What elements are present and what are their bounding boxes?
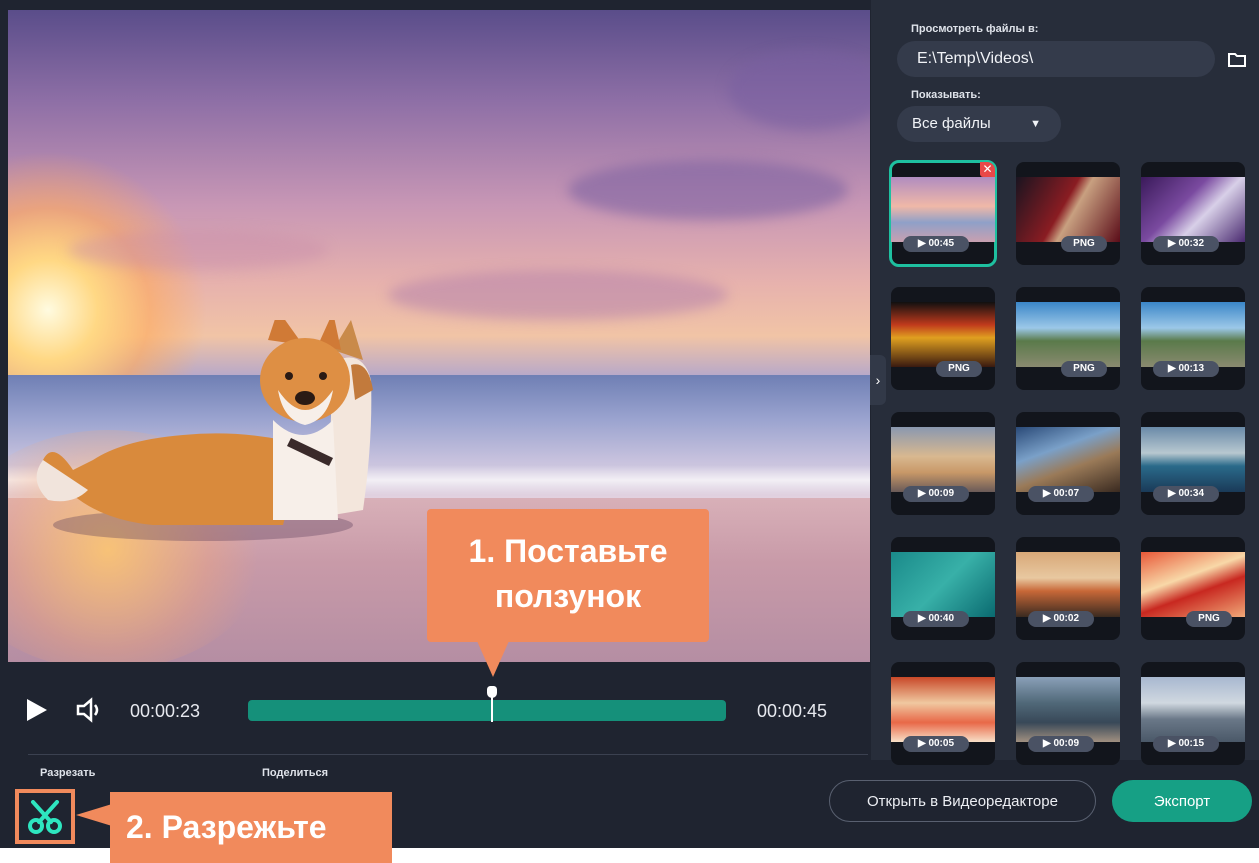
cut-button[interactable] (15, 789, 75, 844)
total-time: 00:00:45 (757, 701, 828, 721)
timeline-track[interactable] (248, 700, 726, 721)
thumbnail-badge: ▶ 00:07 (1028, 486, 1094, 502)
thumbnail-item[interactable]: PNG (1016, 287, 1120, 390)
thumbnail-item[interactable]: ▶ 00:40 (891, 537, 995, 640)
thumbnail-badge: PNG (1061, 236, 1107, 252)
callout-step-1-line-2: ползунок (494, 578, 642, 614)
current-time: 00:00:23 (130, 701, 201, 721)
collapse-panel-chevron-icon[interactable]: › (870, 355, 886, 405)
thumbnail-badge: PNG (936, 361, 982, 377)
file-filter-value: Все файлы (912, 115, 991, 132)
cloud (728, 50, 870, 130)
thumbnail-image (891, 302, 995, 367)
volume-icon[interactable] (75, 697, 105, 723)
callout-step-2: 2. Разрежьте (110, 792, 392, 863)
thumbnail-item[interactable]: ▶ 00:45 ✕ (889, 160, 997, 267)
thumbnail-image (891, 552, 995, 617)
thumbnail-image (891, 677, 995, 742)
callout-step-1-line-1: 1. Поставьте (468, 533, 668, 569)
scissors-icon (28, 800, 62, 834)
remove-close-icon[interactable]: ✕ (980, 162, 995, 177)
cloud (568, 160, 848, 220)
thumbnail-badge: ▶ 00:13 (1153, 361, 1219, 377)
callout-step-2-pointer (76, 804, 112, 826)
thumbnail-item[interactable]: ▶ 00:15 (1141, 662, 1245, 765)
thumbnail-item[interactable]: ▶ 00:09 (1016, 662, 1120, 765)
thumbnail-image (1141, 302, 1245, 367)
thumbnail-badge: ▶ 00:09 (1028, 736, 1094, 752)
thumbnail-badge: ▶ 00:40 (903, 611, 969, 627)
thumbnail-badge: ▶ 00:32 (1153, 236, 1219, 252)
folder-path-input[interactable] (897, 41, 1215, 77)
thumbnail-item[interactable]: ▶ 00:02 (1016, 537, 1120, 640)
cloud (68, 230, 328, 270)
browse-files-label: Просмотреть файлы в: (911, 23, 1039, 35)
callout-step-1-pointer (477, 641, 509, 677)
thumbnail-badge: ▶ 00:34 (1153, 486, 1219, 502)
thumbnail-badge: ▶ 00:45 (903, 236, 969, 252)
chevron-down-icon: ▼ (1030, 118, 1041, 130)
corgi-dogs-image (36, 320, 373, 541)
thumbnail-badge: PNG (1186, 611, 1232, 627)
thumbnail-item[interactable]: ▶ 00:32 (1141, 162, 1245, 265)
thumbnail-item[interactable]: PNG (891, 287, 995, 390)
thumbnail-image (1141, 177, 1245, 242)
thumbnail-badge: ▶ 00:09 (903, 486, 969, 502)
thumbnail-item[interactable]: ▶ 00:07 (1016, 412, 1120, 515)
show-filter-label: Показывать: (911, 89, 981, 101)
export-button[interactable]: Экспорт (1112, 780, 1252, 822)
thumbnail-badge: ▶ 00:02 (1028, 611, 1094, 627)
divider (28, 754, 868, 755)
playhead-line (490, 692, 493, 722)
thumbnail-item[interactable]: ▶ 00:05 (891, 662, 995, 765)
thumbnail-image (1141, 427, 1245, 492)
thumbnail-item[interactable]: ▶ 00:09 (891, 412, 995, 515)
file-filter-dropdown[interactable]: Все файлы ▼ (897, 106, 1061, 142)
thumbnail-image (1016, 427, 1120, 492)
thumbnail-image (1141, 552, 1245, 617)
play-button[interactable] (27, 699, 47, 721)
thumbnail-image (1141, 677, 1245, 742)
thumbnail-item[interactable]: ▶ 00:13 (1141, 287, 1245, 390)
open-in-editor-button[interactable]: Открыть в Видеоредакторе (829, 780, 1096, 822)
thumbnail-badge: ▶ 00:15 (1153, 736, 1219, 752)
thumbnail-image (891, 177, 995, 242)
callout-step-1: 1. Поставьте ползунок (427, 509, 709, 642)
thumbnail-item[interactable]: ▶ 00:34 (1141, 412, 1245, 515)
thumbnail-image (1016, 677, 1120, 742)
thumbnail-image (1016, 177, 1120, 242)
thumbnail-image (891, 427, 995, 492)
playhead-slider[interactable] (486, 686, 497, 722)
thumbnail-item[interactable]: PNG (1016, 162, 1120, 265)
thumbnail-image (1016, 552, 1120, 617)
cloud (388, 270, 728, 320)
thumbnail-badge: PNG (1061, 361, 1107, 377)
thumbnail-image (1016, 302, 1120, 367)
cut-section-label: Разрезать (40, 767, 96, 779)
app-window: 00:00:23 00:00:45 Разрезать Поделиться О… (0, 0, 1259, 848)
thumbnail-item[interactable]: PNG (1141, 537, 1245, 640)
thumbnail-badge: ▶ 00:05 (903, 736, 969, 752)
folder-icon[interactable] (1228, 52, 1246, 67)
share-section-label: Поделиться (262, 767, 329, 779)
